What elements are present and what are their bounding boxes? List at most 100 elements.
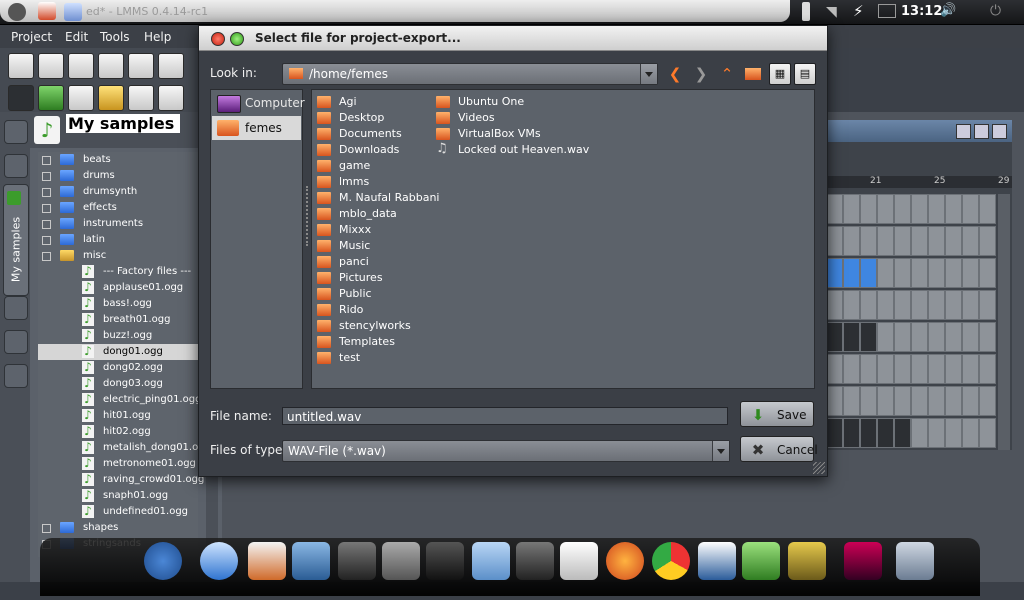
pattern-cell[interactable] [911,226,928,256]
chrome-icon[interactable] [652,542,690,580]
expander-icon[interactable] [42,236,51,245]
forward-icon[interactable]: ❯ [690,63,712,85]
workspace-switcher-icon[interactable] [896,542,934,580]
pattern-cell[interactable] [860,290,877,320]
folder-icon[interactable] [472,542,510,580]
pattern-cell[interactable] [962,418,979,448]
pattern-cell[interactable] [979,290,996,320]
sample-folder-item[interactable]: latin [38,232,198,248]
sample-file-item[interactable]: ♪ electric_ping01.ogg [38,392,201,408]
pattern-cell[interactable] [945,226,962,256]
dialog-close-icon[interactable] [211,32,225,46]
project-notes-icon[interactable] [158,85,184,111]
accessibility-icon[interactable] [144,542,182,580]
sample-file-item[interactable]: ♪ metalish_dong01.ogg [38,440,211,456]
sample-file-item[interactable]: ♪ dong03.ogg [38,376,198,392]
pattern-cell[interactable] [877,194,894,224]
file-type-combo[interactable]: WAV-File (*.wav) [282,440,730,462]
pattern-cell[interactable] [928,226,945,256]
pattern-cell[interactable] [860,194,877,224]
new-from-template-icon[interactable] [38,53,64,79]
pattern-cell[interactable] [877,290,894,320]
new-folder-icon[interactable] [742,63,764,85]
pattern-cell[interactable] [979,322,996,352]
maximize-icon[interactable] [974,124,989,139]
sample-file-item[interactable]: ♪ breath01.ogg [38,312,198,328]
pattern-cell[interactable] [860,226,877,256]
pattern-cell[interactable] [843,322,860,352]
root-directory-icon[interactable] [4,120,28,144]
speaker-icon[interactable] [516,542,554,580]
pattern-cell[interactable] [894,354,911,384]
wifi-icon[interactable]: ◥ [826,4,837,20]
parent-directory-icon[interactable]: ⌃ [716,63,738,85]
pattern-cell[interactable] [979,418,996,448]
pattern-cell[interactable] [962,258,979,288]
pattern-cell[interactable] [962,322,979,352]
pattern-cell[interactable] [979,386,996,416]
pattern-cell[interactable] [962,290,979,320]
pattern-cell[interactable] [979,194,996,224]
sample-file-item[interactable]: ♪ raving_crowd01.ogg [38,472,204,488]
place-femes[interactable]: femes [212,116,301,140]
list-view-icon[interactable]: ▦ [769,63,791,85]
text-editor-icon[interactable] [560,542,598,580]
back-icon[interactable]: ❮ [664,63,686,85]
pattern-cell[interactable] [911,258,928,288]
track-grid[interactable] [826,194,996,450]
pattern-cell[interactable] [928,418,945,448]
pattern-cell[interactable] [877,322,894,352]
my-presets-icon[interactable] [4,296,28,320]
lmms-icon[interactable] [742,542,780,580]
pattern-cell[interactable] [826,322,843,352]
sample-file-item[interactable]: ♪ dong02.ogg [38,360,198,376]
sample-file-item[interactable]: ♪ undefined01.ogg [38,504,198,520]
menu-edit[interactable]: Edit [65,30,88,44]
pattern-cell[interactable] [894,290,911,320]
pattern-cell[interactable] [877,418,894,448]
pattern-cell[interactable] [894,386,911,416]
sample-folder-item[interactable]: misc [38,248,198,264]
pattern-cell[interactable] [928,194,945,224]
pattern-cell[interactable] [911,322,928,352]
expander-icon[interactable] [42,188,51,197]
pattern-cell[interactable] [843,386,860,416]
resize-grip-icon[interactable] [813,462,825,474]
microphone-icon[interactable] [338,542,376,580]
expander-icon[interactable] [42,524,51,533]
pattern-cell[interactable] [843,258,860,288]
pattern-cell[interactable] [945,386,962,416]
shutdown-icon[interactable]: ⏻ [990,3,1001,19]
sample-folder-item[interactable]: shapes [38,520,198,536]
files-icon[interactable] [64,3,82,21]
song-editor-icon[interactable] [8,85,34,111]
sample-folder-item[interactable]: beats [38,152,198,168]
my-home-icon[interactable] [4,330,28,354]
dialog-maximize-icon[interactable] [230,32,244,46]
pattern-cell[interactable] [826,354,843,384]
pattern-cell[interactable] [928,386,945,416]
office-icon[interactable] [248,542,286,580]
power-status-icon[interactable]: ⚡ [853,2,864,20]
pattern-cell[interactable] [843,290,860,320]
place-computer[interactable]: Computer [212,91,305,115]
pattern-cell[interactable] [962,386,979,416]
sample-file-item[interactable]: ♪ hit01.ogg [38,408,198,424]
sample-file-item[interactable]: ♪ bass!.ogg [38,296,198,312]
power-menu-icon[interactable] [8,3,26,21]
pattern-cell[interactable] [843,226,860,256]
sample-file-item[interactable]: ♪ applause01.ogg [38,280,198,296]
pattern-cell[interactable] [928,258,945,288]
pattern-cell[interactable] [945,322,962,352]
sample-file-item[interactable]: ♪ --- Factory files --- [38,264,198,280]
sample-file-item[interactable]: ♪ metronome01.ogg [38,456,198,472]
piano-roll-icon[interactable] [68,85,94,111]
pattern-cell[interactable] [911,386,928,416]
tab-my-samples[interactable]: My samples [3,184,29,296]
firefox-icon[interactable] [606,542,644,580]
pattern-cell[interactable] [877,226,894,256]
pattern-cell[interactable] [860,418,877,448]
pattern-cell[interactable] [843,418,860,448]
messenger-icon[interactable] [200,542,238,580]
pattern-cell[interactable] [945,354,962,384]
